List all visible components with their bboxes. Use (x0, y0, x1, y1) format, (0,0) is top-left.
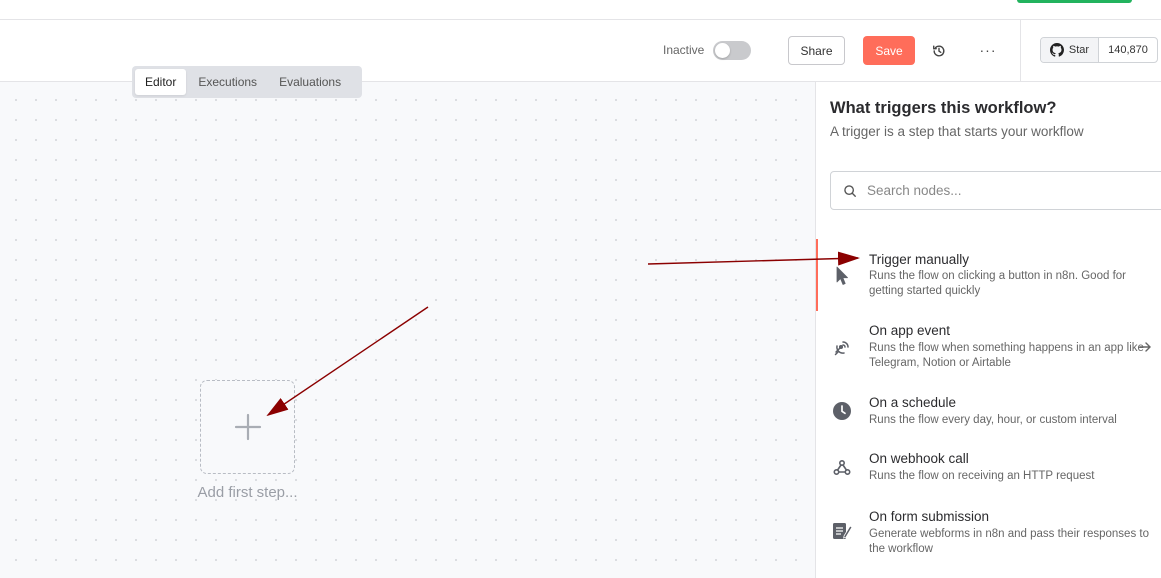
search-box[interactable] (830, 171, 1161, 210)
top-green-button-edge[interactable] (1017, 0, 1132, 3)
plus-icon (234, 413, 261, 441)
add-first-step-label: Add first step... (197, 484, 298, 501)
tab-evaluations[interactable]: Evaluations (269, 69, 351, 95)
trigger-item-form[interactable]: On form submission Generate webforms in … (816, 508, 1161, 560)
github-star-left[interactable]: Star (1041, 38, 1099, 62)
trigger-item-name: On webhook call (869, 451, 969, 466)
header-divider (1020, 20, 1021, 82)
trigger-item-schedule[interactable]: On a schedule Runs the flow every day, h… (816, 395, 1161, 431)
trigger-item-name: On app event (869, 323, 951, 338)
trigger-item-name: On form submission (869, 509, 990, 524)
trigger-item-name: On a schedule (869, 395, 957, 410)
webhook-icon (830, 456, 854, 480)
toggle-knob (715, 43, 730, 58)
add-first-step-button[interactable] (200, 380, 295, 474)
cursor-icon (830, 264, 854, 288)
trigger-item-desc: Runs the flow on receiving an HTTP reque… (869, 470, 1095, 482)
save-button[interactable]: Save (863, 36, 915, 65)
workflow-canvas[interactable] (0, 82, 815, 578)
clock-icon (830, 399, 854, 423)
arrow-right-icon[interactable] (1138, 340, 1152, 354)
trigger-item-name: Trigger manually (869, 252, 970, 267)
github-icon (1049, 43, 1064, 57)
search-input[interactable] (867, 183, 1147, 198)
trigger-item-app-event[interactable]: On app event Runs the flow when somethin… (816, 322, 1161, 374)
trigger-item-desc: Runs the flow every day, hour, or custom… (869, 414, 1117, 426)
top-strip (0, 0, 1161, 20)
trigger-item-manual[interactable]: Trigger manually Runs the flow on clicki… (816, 250, 1161, 306)
tab-executions[interactable]: Executions (188, 69, 267, 95)
github-star-button[interactable]: Star 140,870 (1040, 37, 1158, 63)
share-button[interactable]: Share (788, 36, 845, 65)
panel-subtitle: A trigger is a step that starts your wor… (830, 124, 1084, 139)
trigger-item-webhook[interactable]: On webhook call Runs the flow on receivi… (816, 451, 1161, 487)
panel-title: What triggers this workflow? (830, 99, 1057, 117)
search-icon (844, 184, 856, 197)
trigger-item-desc: Runs the flow on clicking a button in n8… (869, 270, 1126, 297)
tab-editor[interactable]: Editor (135, 69, 187, 95)
active-toggle[interactable] (713, 41, 751, 60)
github-star-label: Star (1068, 44, 1090, 56)
view-tabs: Editor Executions Evaluations (132, 66, 362, 98)
trigger-item-desc: Runs the flow when something happens in … (869, 342, 1144, 369)
github-star-count: 140,870 (1108, 44, 1148, 56)
satellite-icon (830, 336, 854, 360)
trigger-item-desc: Generate webforms in n8n and pass their … (869, 528, 1149, 555)
more-options-icon[interactable]: ··· (978, 42, 998, 60)
active-status-label: Inactive (663, 43, 705, 57)
form-icon (830, 519, 854, 543)
trigger-panel: What triggers this workflow? A trigger i… (815, 82, 1161, 578)
history-icon[interactable] (930, 42, 948, 60)
